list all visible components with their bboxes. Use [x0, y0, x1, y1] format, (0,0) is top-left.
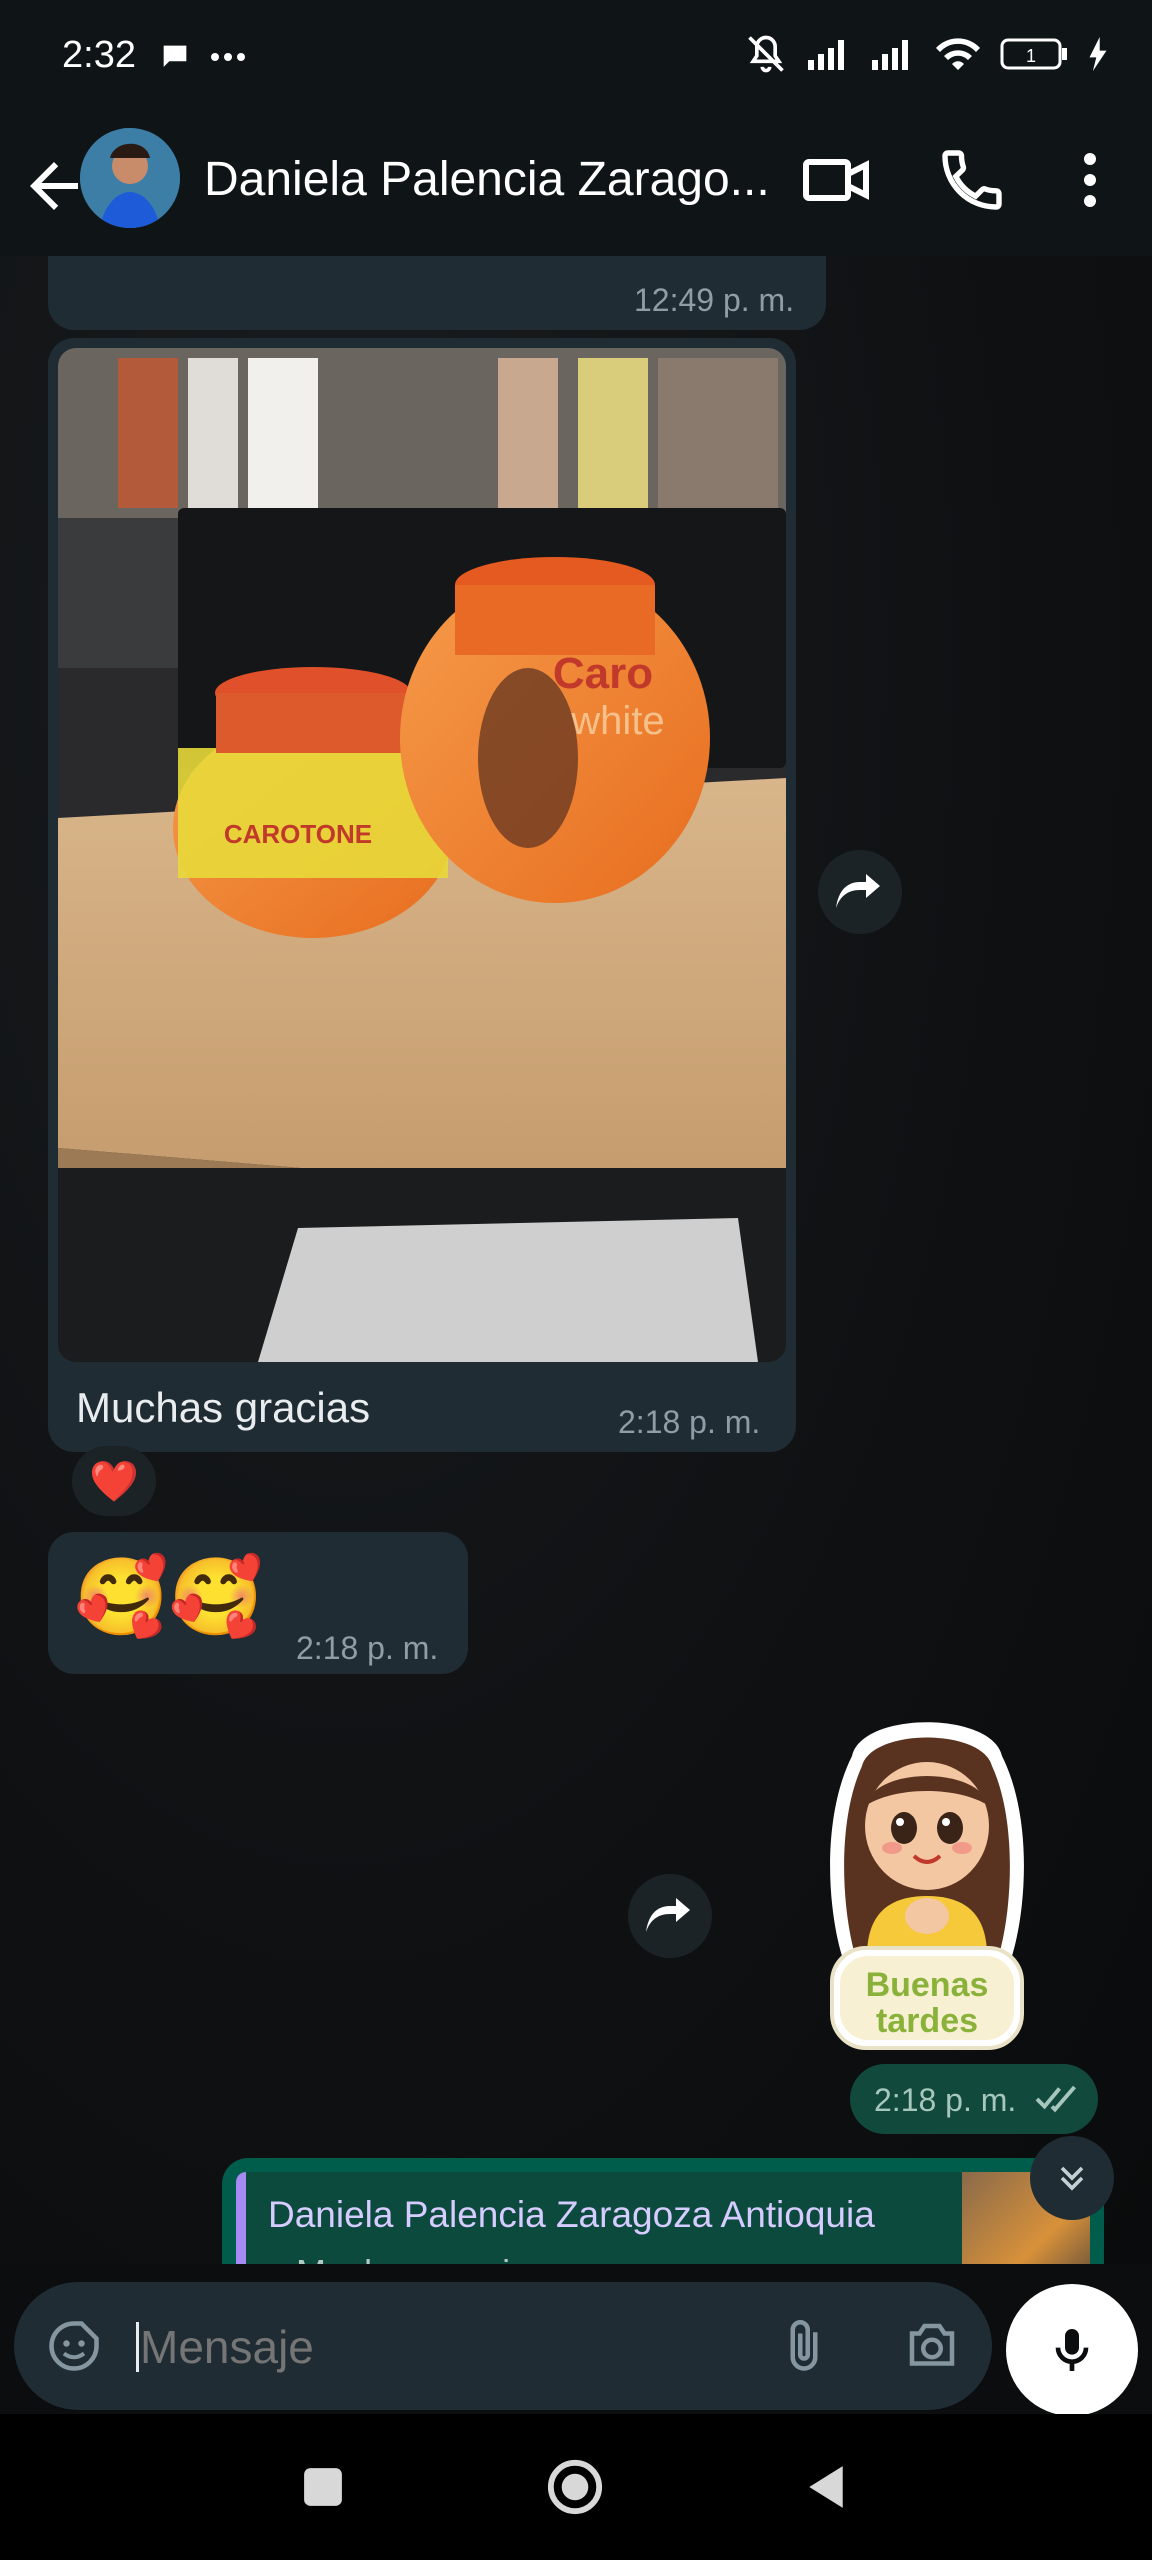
forward-icon	[646, 1898, 690, 1932]
sticker-time-pill: 2:18 p. m.	[850, 2064, 1098, 2134]
message-reaction[interactable]: ❤️	[72, 1446, 156, 1516]
back-arrow-icon[interactable]	[18, 150, 90, 222]
svg-text:white: white	[570, 699, 664, 743]
emoji-message-time: 2:18 p. m.	[296, 1630, 439, 1666]
voice-call-icon[interactable]	[936, 144, 1008, 216]
previous-message-time: 12:49 p. m.	[634, 282, 795, 318]
svg-text:Caro: Caro	[553, 649, 653, 698]
sticker-text-line2: tardes	[875, 2002, 979, 2040]
sticker-time: 2:18 p. m.	[874, 2082, 1017, 2118]
more-notifications-icon	[211, 53, 245, 61]
sticker-buenas-tardes[interactable]: Buenas tardes	[822, 1716, 1032, 2052]
product-photo[interactable]: CAROTONE Caro white	[58, 348, 786, 1362]
sticker-text-line1: Buenas	[865, 1966, 989, 2004]
forward-button-sticker[interactable]	[628, 1874, 712, 1958]
double-chevron-down-icon	[1060, 2166, 1084, 2191]
video-call-icon[interactable]	[800, 144, 872, 216]
attach-icon[interactable]	[774, 2316, 834, 2376]
message-input-container[interactable]	[14, 2282, 992, 2410]
more-options-icon[interactable]	[1054, 144, 1126, 216]
scroll-to-bottom-button[interactable]	[1030, 2136, 1114, 2220]
quoted-message[interactable]: Daniela Palencia Zaragoza Antioquia Much…	[236, 2172, 1090, 2268]
message-input[interactable]	[138, 2312, 742, 2382]
camera-icon[interactable]	[900, 2316, 964, 2376]
voice-record-button[interactable]	[1006, 2284, 1138, 2416]
reply-message-bubble[interactable]: Daniela Palencia Zaragoza Antioquia Much…	[222, 2158, 1104, 2268]
status-bar: 2:32 1	[0, 0, 1152, 116]
quoted-author: Daniela Palencia Zaragoza Antioquia	[268, 2194, 875, 2235]
contact-name[interactable]: Daniela Palencia Zarago...	[204, 152, 770, 207]
wifi-icon	[936, 38, 980, 70]
chat-header: Daniela Palencia Zarago...	[0, 116, 1152, 256]
reaction-heart: ❤️	[89, 1459, 139, 1504]
back-button-icon[interactable]	[804, 2464, 848, 2510]
microphone-icon	[1055, 2329, 1089, 2371]
photo-message-time: 2:18 p. m.	[618, 1404, 761, 1440]
mute-icon	[748, 35, 784, 73]
svg-text:1: 1	[1026, 46, 1036, 66]
read-receipt-icon	[1035, 2085, 1076, 2113]
home-button-icon[interactable]	[546, 2458, 604, 2516]
signal-icon	[808, 40, 844, 70]
system-navigation-bar	[0, 2414, 1152, 2560]
charging-icon	[1089, 37, 1107, 71]
sticker-icon[interactable]	[44, 2316, 104, 2376]
composer-bar	[0, 2264, 1152, 2416]
status-time: 2:32	[62, 34, 136, 76]
svg-text:CAROTONE: CAROTONE	[224, 819, 372, 849]
emoji-message: 🥰🥰	[74, 1555, 264, 1640]
forward-icon	[836, 874, 880, 908]
signal-icon-2	[872, 40, 908, 70]
recents-button-icon[interactable]	[302, 2466, 344, 2508]
contact-avatar[interactable]	[80, 128, 180, 228]
forward-button-photo[interactable]	[818, 850, 902, 934]
battery-icon: 1	[1000, 38, 1067, 70]
photo-caption: Muchas gracias	[76, 1384, 371, 1431]
chat-notification-icon	[163, 45, 187, 67]
